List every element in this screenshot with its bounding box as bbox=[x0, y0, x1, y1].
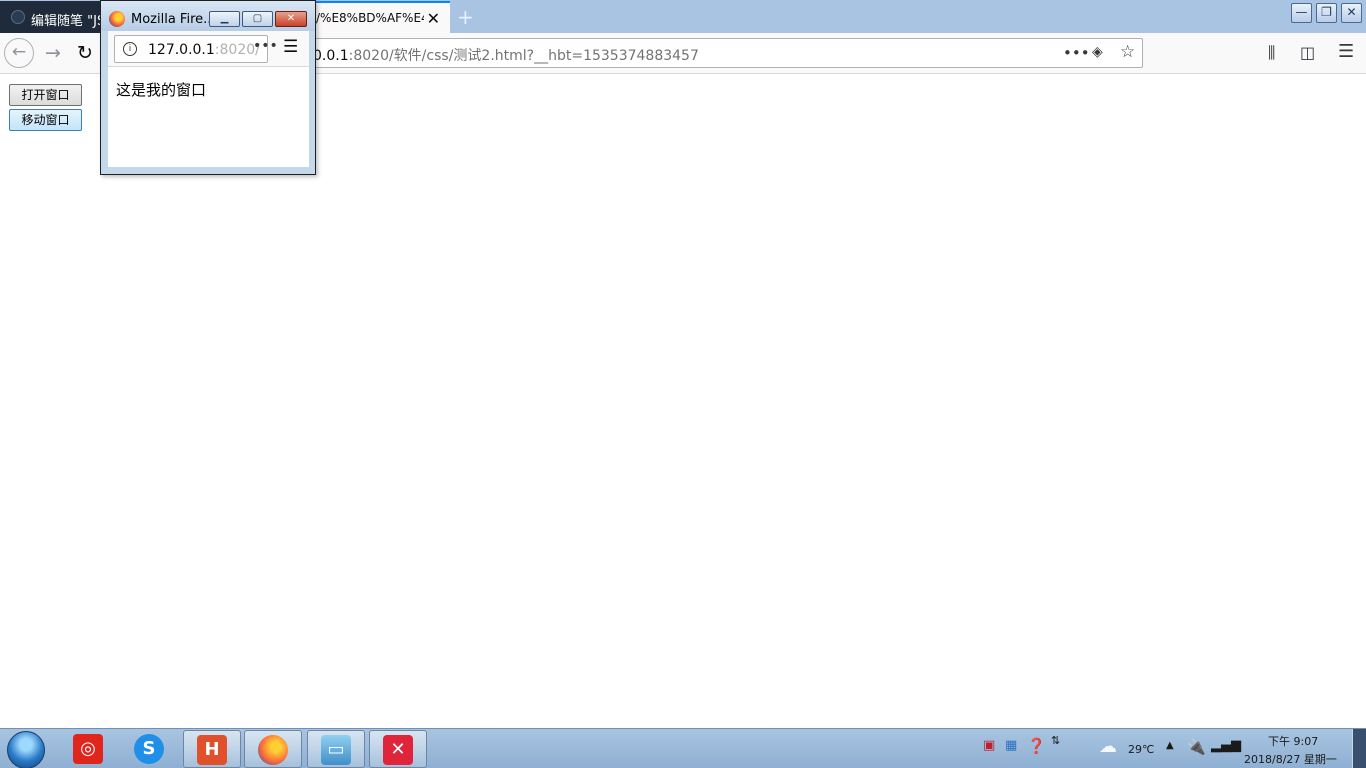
sidebar-icon[interactable]: ◫ bbox=[1300, 43, 1315, 62]
tab-current[interactable]: /%E8%BD%AF%E4 ✕ bbox=[312, 1, 450, 34]
info-icon[interactable]: i bbox=[123, 42, 137, 56]
popup-nav-bar: i 127.0.0.1:8020/ ••• ☰ bbox=[108, 31, 309, 67]
show-desktop-button[interactable] bbox=[1352, 729, 1366, 768]
tab-title: 编辑随笔 "JS bbox=[31, 14, 106, 29]
forward-arrow-icon[interactable]: → bbox=[38, 38, 68, 68]
help-tray-icon[interactable]: ❓ bbox=[1027, 737, 1046, 755]
page-actions-icon[interactable]: ••• bbox=[253, 38, 278, 54]
menu-icon[interactable]: ☰ bbox=[1338, 41, 1354, 62]
clock-date[interactable]: 2018/8/27 星期一 bbox=[1244, 751, 1337, 767]
popup-content: 这是我的窗口 bbox=[108, 67, 309, 167]
taskbar-app-xmind[interactable]: ✕ bbox=[369, 730, 427, 768]
popup-url-text[interactable]: 127.0.0.1:8020/ bbox=[148, 42, 260, 58]
bookmark-star-icon[interactable]: ☆ bbox=[1120, 42, 1135, 62]
sogou-browser-icon: S bbox=[134, 734, 164, 764]
taskbar-app-sogou[interactable]: S bbox=[121, 730, 179, 768]
start-button[interactable] bbox=[7, 731, 45, 768]
move-window-button[interactable]: 移动窗口 bbox=[9, 109, 82, 131]
popup-window[interactable]: Mozilla Fire... ▁ ▢ ✕ i 127.0.0.1:8020/ … bbox=[100, 0, 316, 175]
library-icon[interactable]: ⫼ bbox=[1268, 43, 1275, 63]
pdf-tray-icon[interactable]: ▣ bbox=[983, 738, 995, 753]
new-tab-icon[interactable]: + bbox=[457, 5, 474, 29]
popup-minimize-button[interactable]: ▁ bbox=[209, 11, 240, 27]
temperature-text[interactable]: 29℃ bbox=[1128, 743, 1154, 756]
firefox-icon bbox=[258, 735, 288, 765]
pocket-icon[interactable]: ◈ bbox=[1092, 44, 1103, 60]
firefox-icon bbox=[109, 11, 125, 27]
menu-icon[interactable]: ☰ bbox=[283, 37, 298, 57]
url-text[interactable]: 0.0.1:8020/软件/css/测试2.html?__hbt=1535374… bbox=[313, 45, 699, 65]
popup-title: Mozilla Fire... bbox=[131, 12, 216, 27]
window-restore-button[interactable]: ❐ bbox=[1316, 3, 1337, 23]
tab-close-icon[interactable]: ✕ bbox=[427, 9, 440, 28]
popup-close-button[interactable]: ✕ bbox=[275, 11, 307, 27]
taskbar-app-firefox[interactable] bbox=[244, 730, 302, 768]
tab-title: /%E8%BD%AF%E4 bbox=[316, 11, 424, 25]
cnblogs-icon bbox=[11, 10, 25, 24]
clock-time[interactable]: 下午 9:07 bbox=[1268, 733, 1318, 749]
xmind-icon: ✕ bbox=[383, 735, 413, 765]
photo-viewer-icon: ▭ bbox=[321, 735, 351, 765]
taskbar-app-photo-viewer[interactable]: ▭ bbox=[307, 730, 365, 768]
hbuilder-icon: H bbox=[197, 735, 227, 765]
popup-restore-button[interactable]: ▢ bbox=[242, 11, 273, 27]
popup-title-bar[interactable]: Mozilla Fire... ▁ ▢ ✕ bbox=[101, 1, 315, 31]
cloud-weather-icon[interactable]: ☁ bbox=[1099, 736, 1117, 757]
page-actions-icon[interactable]: ••• bbox=[1063, 44, 1090, 62]
update-tray-icon[interactable]: ▦ bbox=[1005, 738, 1017, 753]
back-arrow-icon[interactable]: ← bbox=[4, 38, 34, 68]
open-window-button[interactable]: 打开窗口 bbox=[9, 84, 82, 106]
window-close-button[interactable]: ✕ bbox=[1341, 3, 1362, 23]
reload-icon[interactable]: ↻ bbox=[70, 38, 100, 68]
signal-tray-icon[interactable]: ▂▄▆ bbox=[1211, 738, 1241, 753]
power-tray-icon[interactable]: 🔌 bbox=[1187, 738, 1206, 756]
network-sync-icon[interactable]: ⇅ bbox=[1051, 734, 1060, 747]
netease-music-icon: ◎ bbox=[73, 734, 103, 764]
taskbar-app-hbuilder[interactable]: H bbox=[183, 730, 241, 768]
taskbar: ◎ S H ▭ ✕ ▣ ▦ ❓ ⇅ ☁ 29℃ ▲ 🔌 ▂▄▆ 下午 9:07 … bbox=[0, 728, 1366, 768]
tray-expand-icon[interactable]: ▲ bbox=[1166, 740, 1174, 751]
popup-message: 这是我的窗口 bbox=[116, 81, 207, 99]
taskbar-app-netease-music[interactable]: ◎ bbox=[60, 730, 118, 768]
popup-url-bar[interactable]: i 127.0.0.1:8020/ bbox=[114, 35, 268, 63]
window-minimize-button[interactable]: — bbox=[1291, 3, 1312, 23]
